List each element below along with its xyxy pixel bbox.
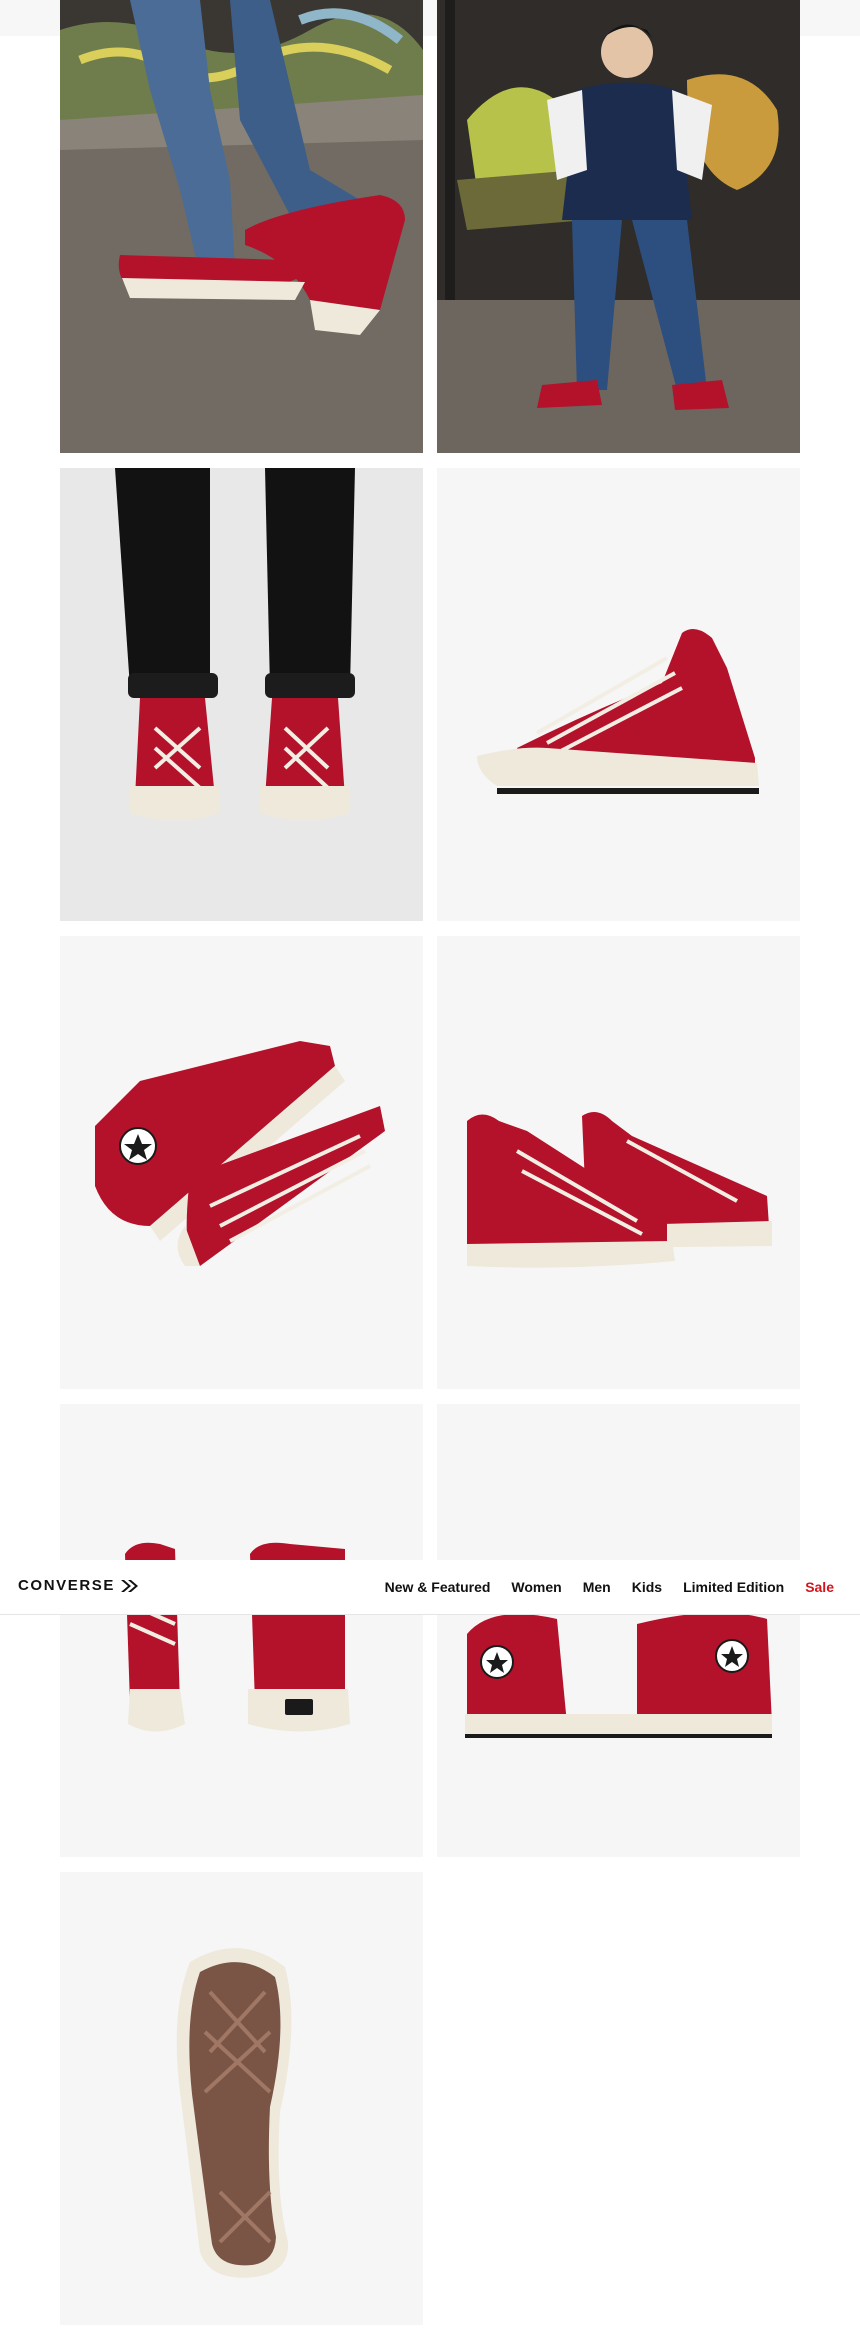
- gallery-image-pair-angle[interactable]: [437, 936, 800, 1389]
- nav-kids[interactable]: Kids: [632, 1579, 662, 1595]
- gallery-image-side-view[interactable]: [437, 468, 800, 921]
- gallery-image-inner-side[interactable]: [437, 1404, 800, 1857]
- gallery-image-back-view[interactable]: [60, 1404, 423, 1857]
- gallery-image-model-street[interactable]: [437, 0, 800, 453]
- main-nav: New & Featured Women Men Kids Limited Ed…: [385, 1560, 834, 1614]
- back-view-photo: [60, 1404, 423, 1857]
- street-feet-photo: [60, 0, 423, 453]
- chevron-arrow-icon: [121, 1579, 138, 1592]
- model-street-photo: [437, 0, 800, 453]
- pair-angle-photo: [437, 936, 800, 1389]
- inner-side-pair-photo: [437, 1404, 800, 1857]
- nav-sale[interactable]: Sale: [805, 1579, 834, 1595]
- nav-new-featured[interactable]: New & Featured: [385, 1579, 491, 1595]
- side-view-photo: [437, 468, 800, 921]
- pair-front-on-feet-photo: [60, 468, 423, 921]
- top-down-pair-photo: [60, 936, 423, 1389]
- sticky-navbar: CONVERSE New & Featured Women Men Kids L…: [0, 1560, 860, 1615]
- gallery-image-outsole[interactable]: [60, 1872, 423, 2325]
- nav-limited-edition[interactable]: Limited Edition: [683, 1579, 784, 1595]
- nav-women[interactable]: Women: [511, 1579, 561, 1595]
- converse-logo[interactable]: CONVERSE: [18, 1577, 139, 1594]
- gallery-image-street-feet[interactable]: [60, 0, 423, 453]
- gallery-image-top-down[interactable]: [60, 936, 423, 1389]
- gallery-image-pair-front[interactable]: [60, 468, 423, 921]
- nav-men[interactable]: Men: [583, 1579, 611, 1595]
- brand-name: CONVERSE: [18, 1577, 115, 1594]
- outsole-photo: [60, 1872, 423, 2325]
